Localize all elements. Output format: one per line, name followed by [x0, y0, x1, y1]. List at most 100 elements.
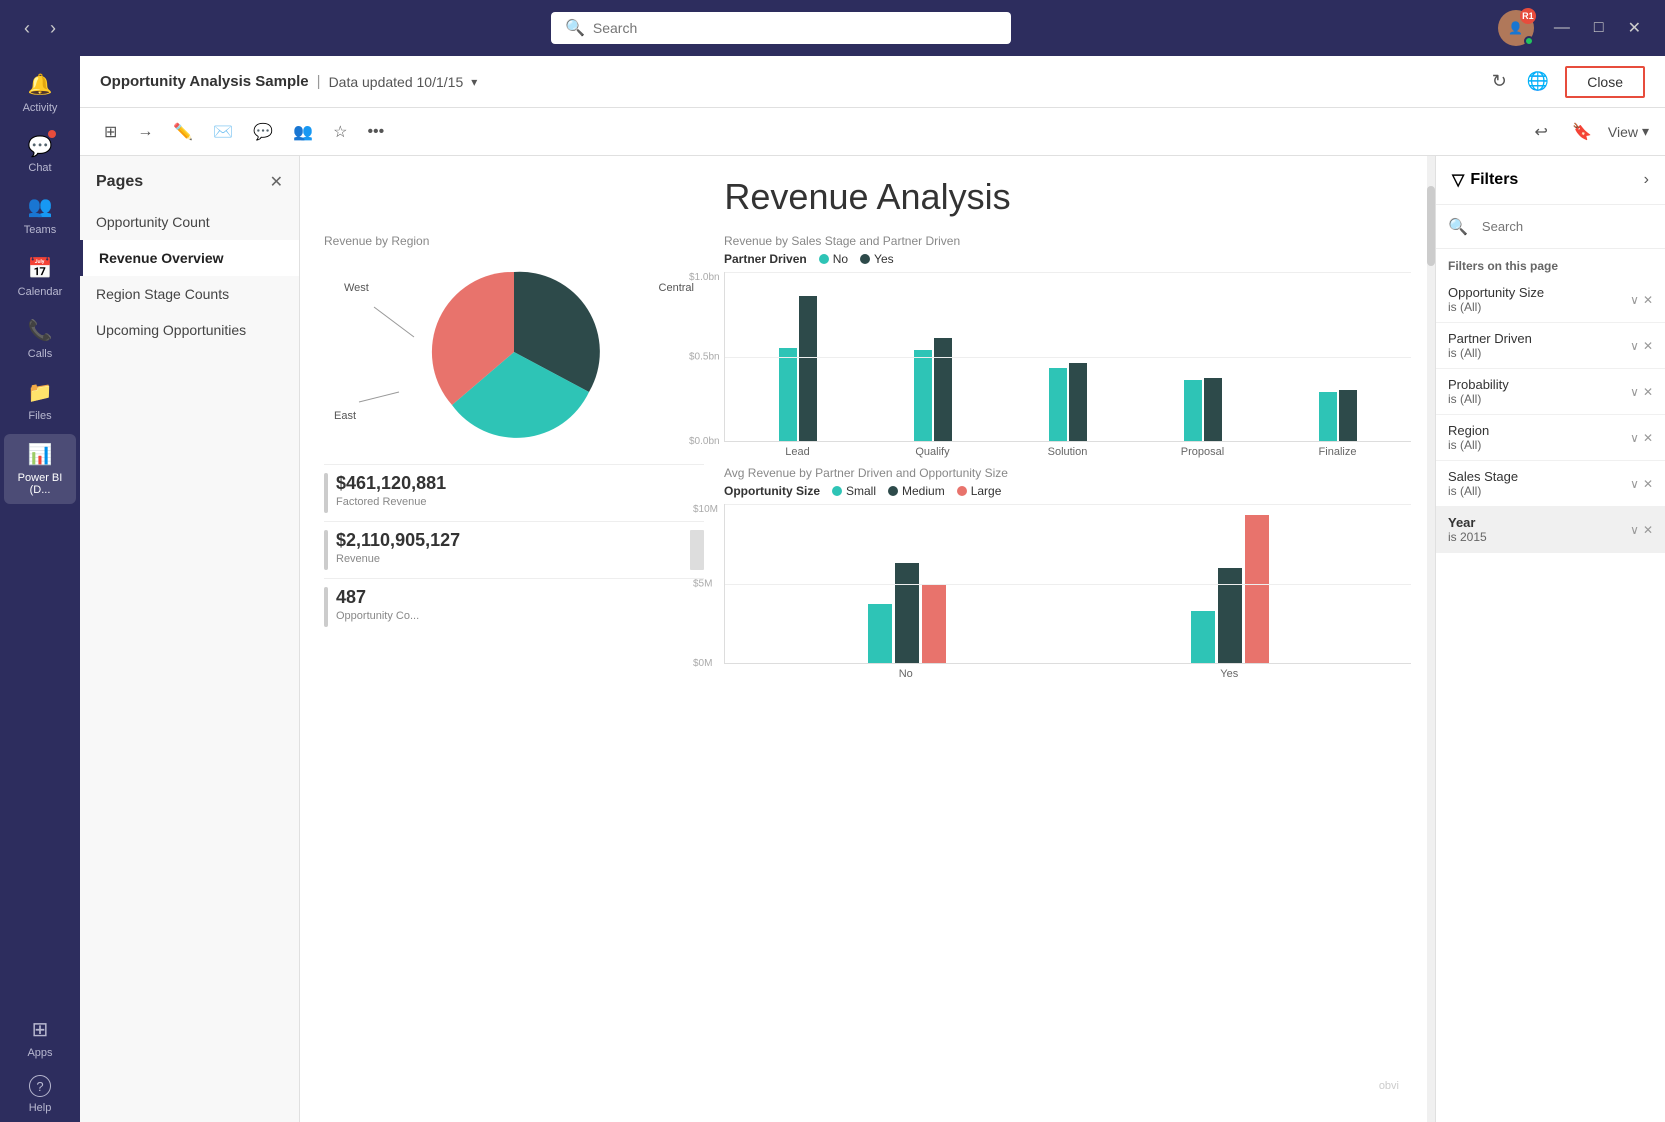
avatar[interactable]: 👤 R1: [1498, 10, 1534, 46]
minimize-button[interactable]: —: [1546, 14, 1578, 42]
toolbar-teams-button[interactable]: 👥: [285, 116, 321, 148]
filter-expand-btn[interactable]: ∨: [1630, 477, 1639, 491]
filter-expand-btn[interactable]: ∨: [1630, 431, 1639, 445]
globe-button[interactable]: 🌐: [1523, 67, 1553, 96]
filter-item-header: Sales Stage is (All) ∨ ✕: [1448, 469, 1653, 498]
toolbar-edit-button[interactable]: ✏️: [165, 116, 201, 148]
filter-item-probability[interactable]: Probability is (All) ∨ ✕: [1436, 369, 1665, 415]
sidebar-item-teams[interactable]: 👥 Teams: [4, 186, 76, 244]
sidebar-item-label: Calls: [28, 348, 52, 360]
avg-bar-yes-medium: [1218, 568, 1242, 663]
right-charts: Revenue by Sales Stage and Partner Drive…: [724, 234, 1411, 1100]
global-search-bar[interactable]: 🔍: [551, 12, 1011, 44]
filter-expand-btn[interactable]: ∨: [1630, 385, 1639, 399]
grid-line-top: [725, 272, 1411, 273]
close-window-button[interactable]: ✕: [1620, 14, 1649, 42]
filter-item-year[interactable]: Year is 2015 ∨ ✕: [1436, 507, 1665, 553]
legend-yes-label: Yes: [874, 252, 894, 266]
filters-search[interactable]: 🔍: [1436, 205, 1665, 249]
avg-chart-grid: $10M $5M $0M: [724, 504, 1411, 664]
restore-button[interactable]: □: [1586, 14, 1612, 42]
filter-expand-btn[interactable]: ∨: [1630, 523, 1639, 537]
metric-value: $2,110,905,127: [336, 530, 460, 551]
chat-badge: [48, 130, 56, 138]
filter-name: Opportunity Size: [1448, 285, 1544, 300]
grid-line-mid: [725, 357, 1411, 358]
toolbar-star-button[interactable]: ☆: [325, 116, 355, 148]
title-bar: ‹ › 🔍 👤 R1 — □ ✕: [0, 0, 1665, 56]
sidebar-item-calls[interactable]: 📞 Calls: [4, 310, 76, 368]
filter-clear-btn[interactable]: ✕: [1643, 293, 1653, 307]
title-chevron-icon[interactable]: ▾: [471, 75, 477, 89]
apps-icon: ⊞: [32, 1017, 49, 1042]
filter-search-input[interactable]: [1474, 215, 1653, 238]
nav-forward-button[interactable]: ›: [42, 14, 64, 43]
view-button[interactable]: View ▾: [1608, 123, 1649, 140]
legend-no-color: [819, 254, 829, 264]
sidebar-item-powerbi[interactable]: 📊 Power BI (D...: [4, 434, 76, 504]
refresh-button[interactable]: ↻: [1488, 67, 1511, 96]
filters-expand-button[interactable]: ›: [1644, 171, 1649, 189]
avg-y-0m: $0M: [693, 658, 712, 669]
metric-factored-revenue: $461,120,881 Factored Revenue: [324, 464, 704, 521]
metric-bar: [324, 473, 328, 513]
avg-x-labels: No Yes: [724, 668, 1411, 680]
filters-title-area: ▽ Filters: [1452, 170, 1518, 190]
toolbar-more-button[interactable]: •••: [359, 117, 392, 147]
close-button[interactable]: Close: [1565, 66, 1645, 98]
toolbar-chat-button[interactable]: 💬: [245, 116, 281, 148]
x-label-solution: Solution: [1004, 446, 1131, 458]
toolbar-grid-button[interactable]: ⊞: [96, 116, 125, 148]
avg-bar-yes-small: [1191, 611, 1215, 663]
filter-expand-btn[interactable]: ∨: [1630, 339, 1639, 353]
avg-bar-no-medium: [895, 563, 919, 663]
report-content: Revenue Analysis Revenue by Region: [300, 156, 1435, 1122]
bookmark-button[interactable]: 🔖: [1564, 116, 1600, 148]
scroll-thumb[interactable]: [1427, 186, 1435, 266]
page-item-revenue-overview[interactable]: Revenue Overview: [80, 240, 299, 276]
main-panel: Pages ✕ Opportunity Count Revenue Overvi…: [80, 156, 1665, 1122]
toolbar-arrow-button[interactable]: →: [129, 117, 161, 147]
filters-section-title: Filters on this page: [1436, 249, 1665, 277]
scroll-bar[interactable]: [1427, 156, 1435, 1122]
global-search-input[interactable]: [593, 20, 997, 36]
filter-item-partner-driven[interactable]: Partner Driven is (All) ∨ ✕: [1436, 323, 1665, 369]
x-label-proposal: Proposal: [1139, 446, 1266, 458]
filter-clear-btn[interactable]: ✕: [1643, 339, 1653, 353]
filter-clear-btn[interactable]: ✕: [1643, 477, 1653, 491]
filter-item-region[interactable]: Region is (All) ∨ ✕: [1436, 415, 1665, 461]
filter-item-sales-stage[interactable]: Sales Stage is (All) ∨ ✕: [1436, 461, 1665, 507]
sidebar-item-apps[interactable]: ⊞ Apps: [4, 1009, 76, 1067]
sidebar-item-help[interactable]: ? Help: [4, 1067, 76, 1122]
chat-notification: 💬: [28, 134, 53, 159]
nav-back-button[interactable]: ‹: [16, 14, 38, 43]
filter-clear-btn[interactable]: ✕: [1643, 523, 1653, 537]
pie-chart-section: Revenue by Region: [324, 234, 704, 452]
filter-clear-btn[interactable]: ✕: [1643, 431, 1653, 445]
title-bar-left: ‹ ›: [16, 14, 64, 43]
filter-value: is (All): [1448, 346, 1532, 360]
y-label-1bn: $1.0bn: [689, 272, 720, 283]
page-item-opportunity-count[interactable]: Opportunity Count: [80, 204, 299, 240]
powerbi-icon: 📊: [28, 442, 53, 467]
toolbar-email-button[interactable]: ✉️: [205, 116, 241, 148]
header-actions: ↻ 🌐 Close: [1488, 66, 1645, 98]
sidebar-item-files[interactable]: 📁 Files: [4, 372, 76, 430]
pages-close-button[interactable]: ✕: [270, 172, 283, 192]
pie-chart[interactable]: West East Central: [324, 252, 704, 452]
filter-expand-btn[interactable]: ∨: [1630, 293, 1639, 307]
bar-solution-no: [1049, 368, 1067, 441]
bar-chart-grid: $1.0bn $0.5bn $0.0bn: [724, 272, 1411, 442]
sidebar-item-chat[interactable]: 💬 Chat: [4, 126, 76, 182]
legend-no-dot: No: [819, 252, 848, 266]
page-item-region-stage[interactable]: Region Stage Counts: [80, 276, 299, 312]
y-label-05bn: $0.5bn: [689, 351, 720, 362]
sidebar-item-calendar[interactable]: 📅 Calendar: [4, 248, 76, 306]
filter-clear-btn[interactable]: ✕: [1643, 385, 1653, 399]
page-item-upcoming[interactable]: Upcoming Opportunities: [80, 312, 299, 348]
title-bar-right: 👤 R1 — □ ✕: [1498, 10, 1649, 46]
sidebar-item-activity[interactable]: 🔔 Activity: [4, 64, 76, 122]
metric-text: $2,110,905,127 Revenue: [336, 530, 460, 565]
filter-item-opportunity-size[interactable]: Opportunity Size is (All) ∨ ✕: [1436, 277, 1665, 323]
undo-button[interactable]: ↩: [1527, 116, 1556, 148]
